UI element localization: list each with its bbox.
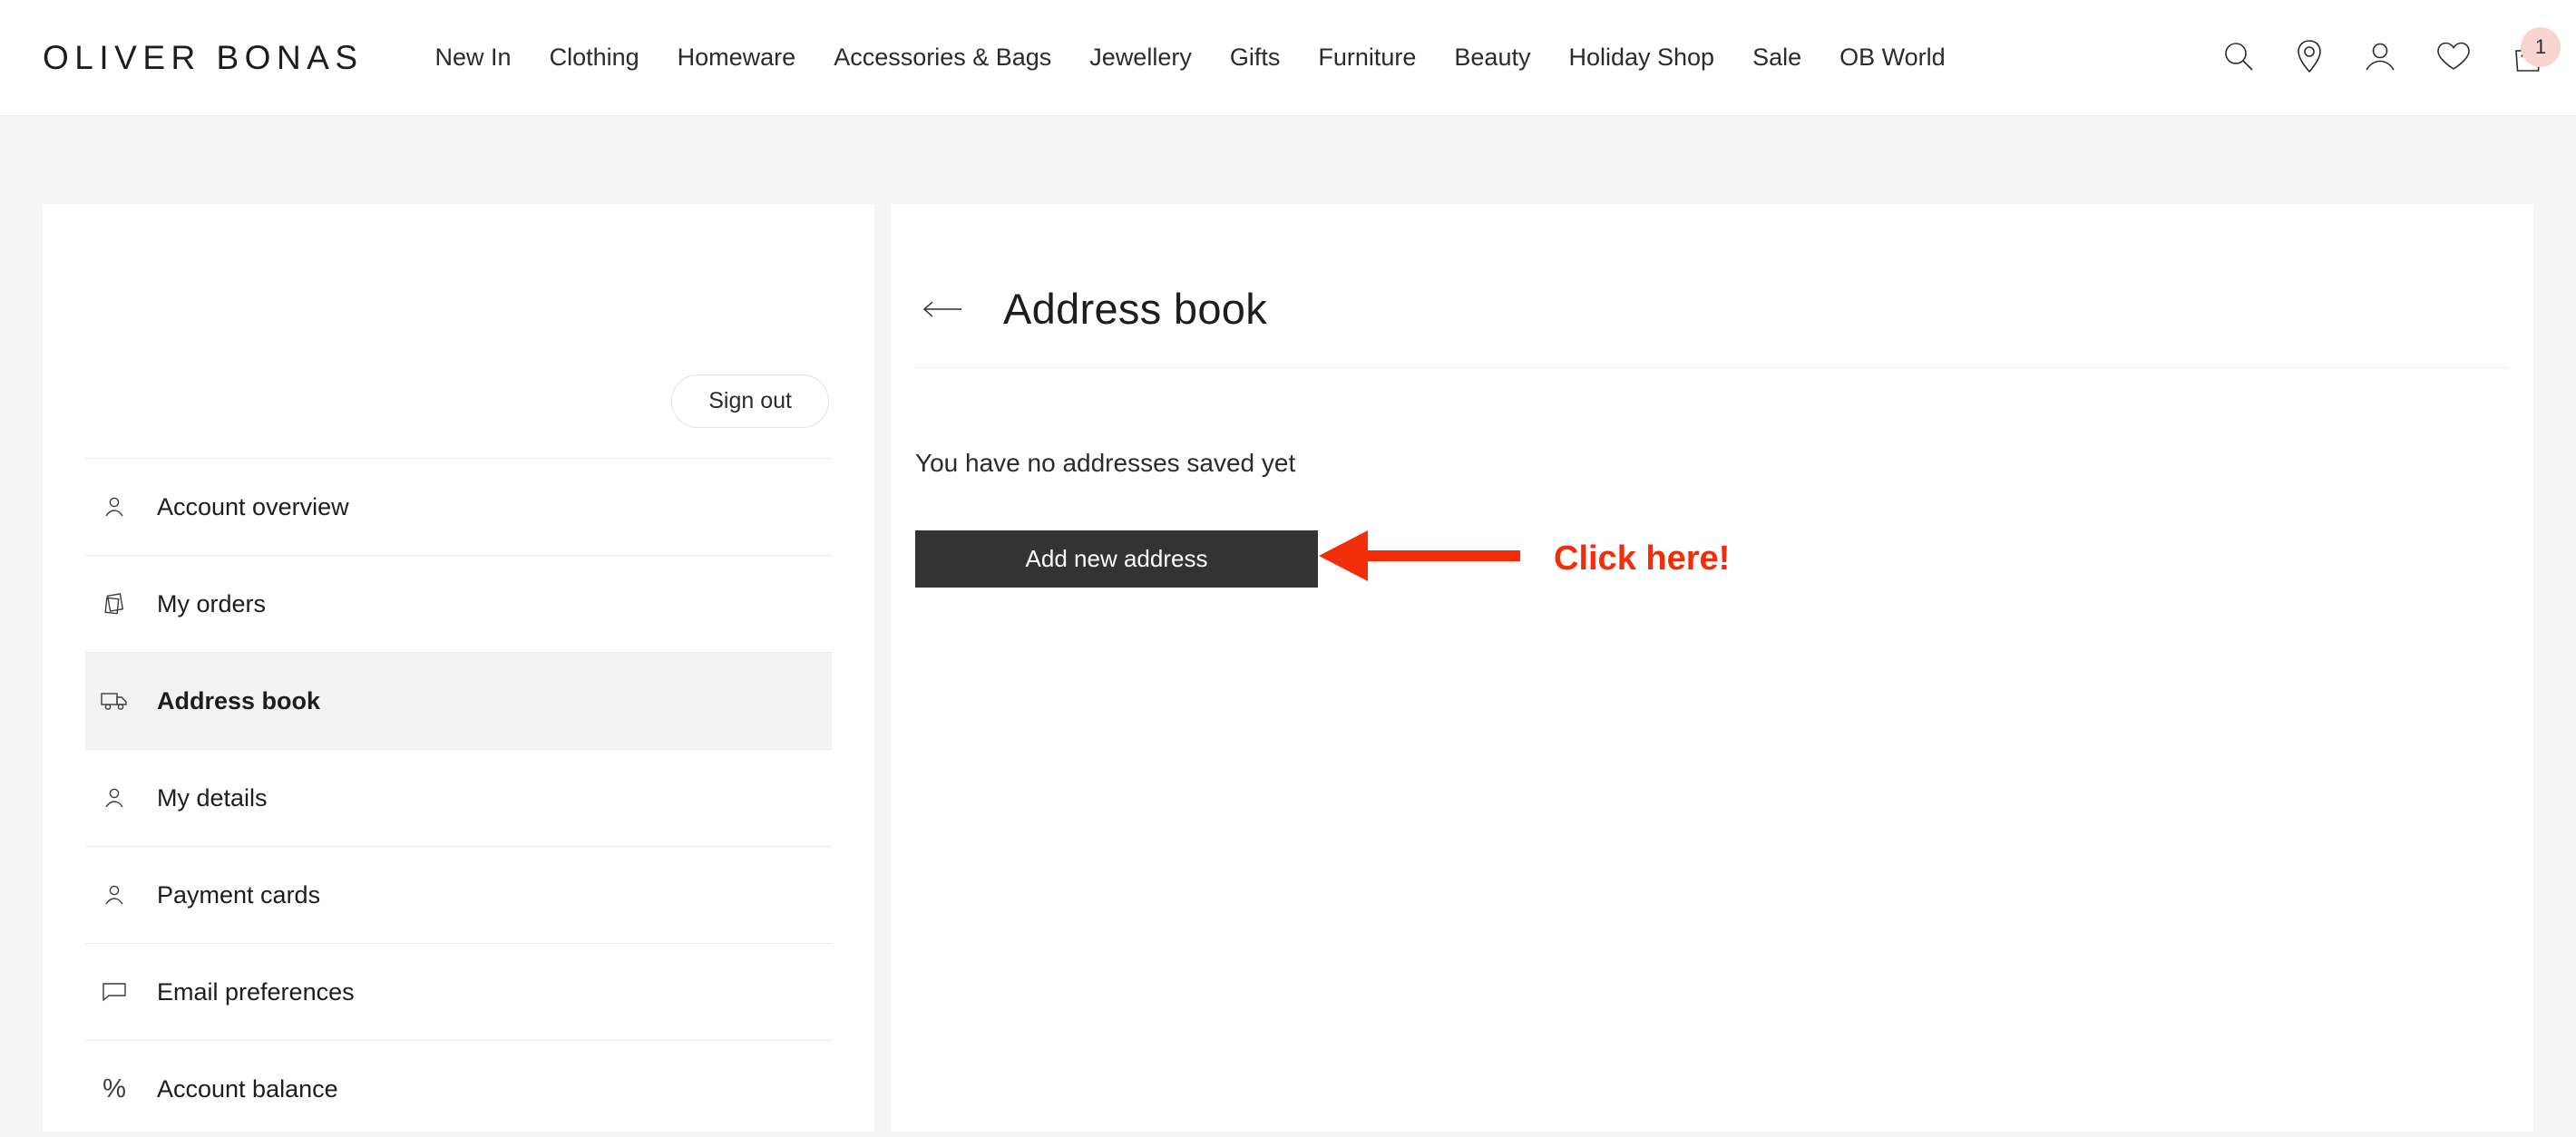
nav-item-beauty[interactable]: Beauty bbox=[1435, 45, 1549, 70]
delivery-truck-icon bbox=[96, 690, 132, 712]
location-pin-icon[interactable] bbox=[2295, 39, 2324, 78]
sidebar-item-label: Account overview bbox=[157, 492, 349, 520]
nav-item-accessories-bags[interactable]: Accessories & Bags bbox=[815, 45, 1070, 70]
sidebar-item-payment-cards[interactable]: Payment cards bbox=[85, 846, 832, 943]
nav-item-new-in[interactable]: New In bbox=[416, 45, 531, 70]
speech-bubble-icon bbox=[96, 981, 132, 1003]
person-icon bbox=[96, 786, 132, 810]
header-icon-group: 1 bbox=[2222, 0, 2561, 116]
nav-item-homeware[interactable]: Homeware bbox=[659, 45, 815, 70]
percent-icon: % bbox=[102, 1074, 126, 1103]
nav-item-ob-world[interactable]: OB World bbox=[1820, 45, 1965, 70]
nav-item-furniture[interactable]: Furniture bbox=[1299, 45, 1435, 70]
sidebar-item-account-overview[interactable]: Account overview bbox=[85, 458, 832, 555]
sidebar-item-my-details[interactable]: My details bbox=[85, 749, 832, 846]
account-person-icon[interactable] bbox=[2364, 40, 2396, 77]
sidebar-item-email-preferences[interactable]: Email preferences bbox=[85, 943, 832, 1040]
documents-icon bbox=[96, 592, 132, 616]
account-menu: Account overview My orders Address book … bbox=[43, 458, 874, 1137]
heart-icon[interactable] bbox=[2436, 41, 2471, 76]
nav-item-jewellery[interactable]: Jewellery bbox=[1070, 45, 1211, 70]
nav-item-holiday-shop[interactable]: Holiday Shop bbox=[1549, 45, 1733, 70]
sidebar-item-label: Address book bbox=[157, 686, 321, 714]
sign-out-button[interactable]: Sign out bbox=[671, 374, 829, 428]
brand-logo[interactable]: OLIVER BONAS bbox=[43, 39, 364, 77]
person-icon bbox=[96, 883, 132, 907]
sidebar-item-label: Email preferences bbox=[157, 977, 355, 1006]
page-body: Sign out Account overview My orders Addr… bbox=[0, 116, 2576, 1132]
page-title: Address book bbox=[1003, 285, 1267, 333]
sidebar-item-label: Account balance bbox=[157, 1074, 338, 1103]
person-icon bbox=[96, 495, 132, 519]
panel-header: Address book bbox=[891, 284, 2533, 334]
address-book-panel: Address book You have no addresses saved… bbox=[891, 204, 2533, 1132]
shopping-bag-icon[interactable]: 1 bbox=[2511, 26, 2561, 78]
main-navigation: New In Clothing Homeware Accessories & B… bbox=[416, 45, 1965, 70]
annotation-arrow-icon bbox=[1317, 526, 1522, 590]
site-header: OLIVER BONAS New In Clothing Homeware Ac… bbox=[0, 0, 2576, 116]
back-arrow-icon[interactable] bbox=[915, 299, 970, 319]
annotation-label: Click here! bbox=[1554, 539, 1731, 578]
nav-item-clothing[interactable]: Clothing bbox=[531, 45, 659, 70]
empty-state-message: You have no addresses saved yet bbox=[915, 449, 1296, 477]
account-sidebar: Sign out Account overview My orders Addr… bbox=[43, 204, 874, 1132]
click-here-annotation: Click here! bbox=[1317, 526, 1730, 590]
sidebar-item-label: My orders bbox=[157, 589, 267, 617]
sidebar-item-my-orders[interactable]: My orders bbox=[85, 555, 832, 652]
sign-out-row: Sign out bbox=[671, 374, 829, 428]
sidebar-item-label: My details bbox=[157, 783, 268, 811]
search-icon[interactable] bbox=[2222, 40, 2255, 77]
add-new-address-button[interactable]: Add new address bbox=[915, 530, 1318, 588]
sidebar-item-address-book[interactable]: Address book bbox=[85, 652, 832, 749]
sidebar-item-label: Payment cards bbox=[157, 880, 321, 909]
nav-item-gifts[interactable]: Gifts bbox=[1211, 45, 1300, 70]
header-divider bbox=[915, 367, 2509, 368]
sidebar-item-account-balance[interactable]: % Account balance bbox=[85, 1040, 832, 1137]
nav-item-sale[interactable]: Sale bbox=[1733, 45, 1820, 70]
bag-count-badge: 1 bbox=[2521, 26, 2561, 67]
